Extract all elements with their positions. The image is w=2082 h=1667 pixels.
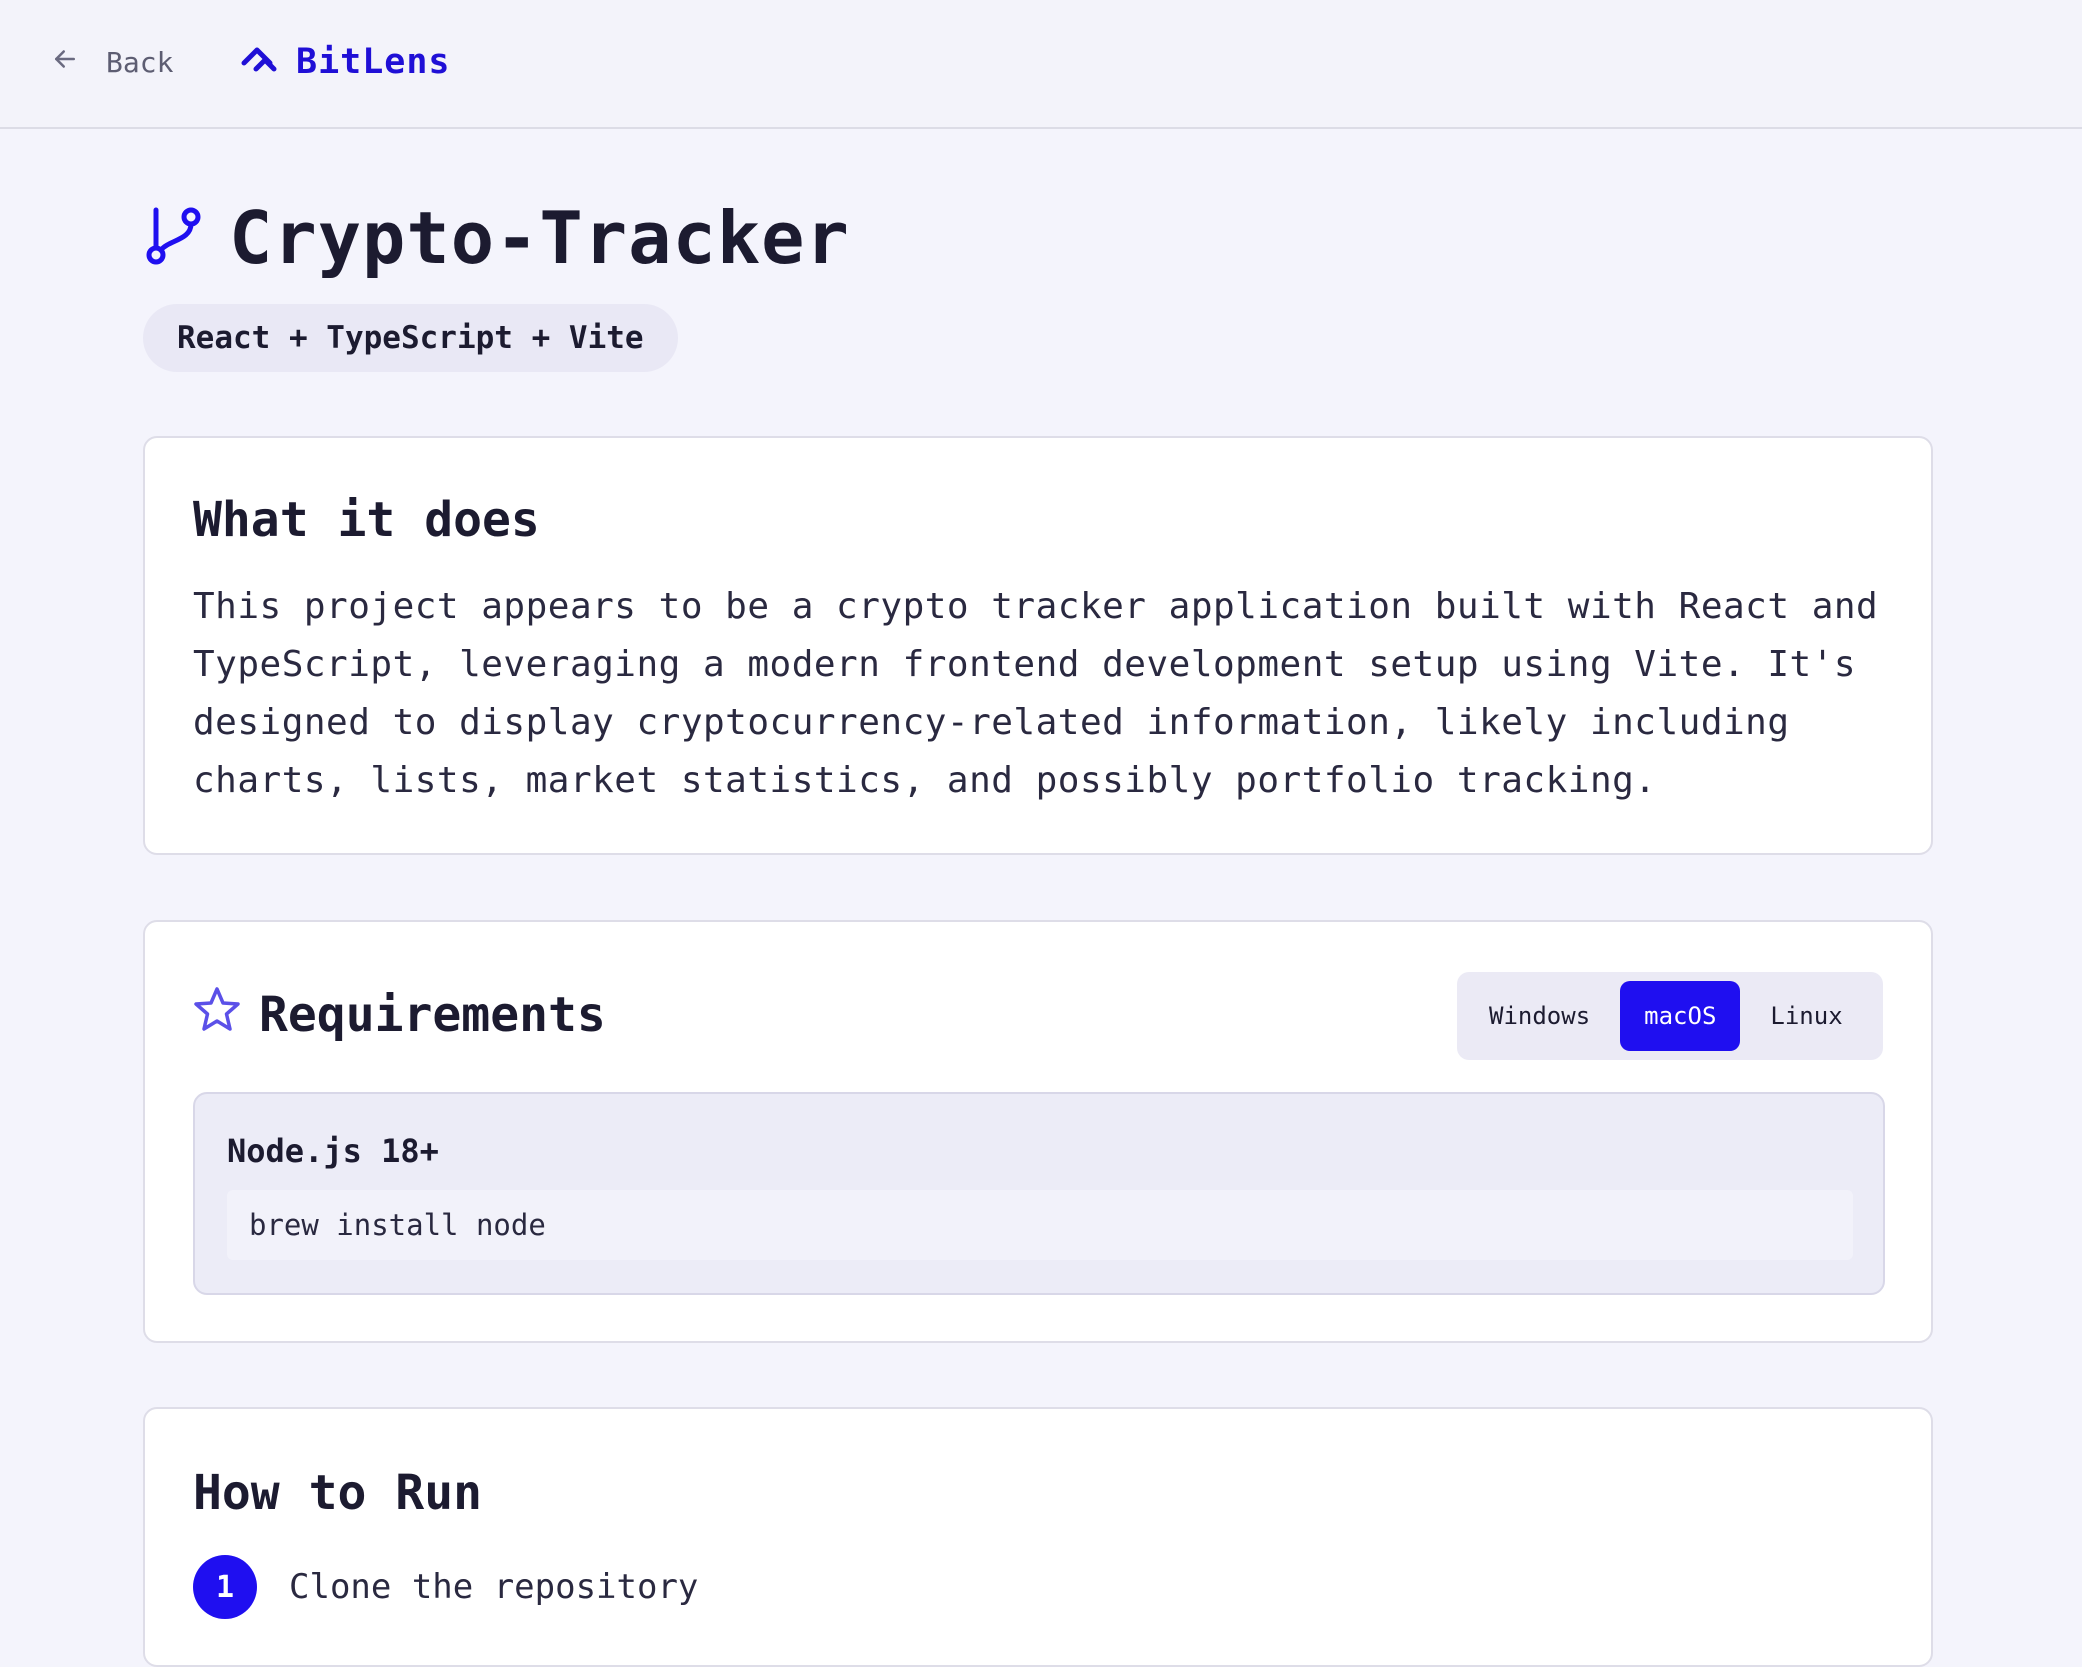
back-button[interactable]: Back bbox=[50, 40, 173, 84]
step-text: Clone the repository bbox=[289, 1567, 699, 1607]
back-label: Back bbox=[106, 45, 174, 79]
requirement-name: Node.js 18+ bbox=[227, 1132, 439, 1170]
project-description: This project appears to be a crypto trac… bbox=[193, 586, 1879, 801]
how-to-run-card: How to Run 1 Clone the repository bbox=[143, 1407, 1933, 1667]
step-number: 1 bbox=[193, 1555, 257, 1619]
requirements-heading: Requirements bbox=[259, 987, 606, 1043]
tab-windows[interactable]: Windows bbox=[1465, 981, 1614, 1051]
git-branch-icon bbox=[145, 206, 203, 270]
stack-badge: React + TypeScript + Vite bbox=[143, 304, 678, 372]
brand-logo[interactable]: BitLens bbox=[240, 36, 451, 88]
install-command[interactable]: brew install node bbox=[227, 1190, 1853, 1260]
requirements-card: Requirements Windows macOS Linux Node.js… bbox=[143, 920, 1933, 1343]
tab-macos[interactable]: macOS bbox=[1620, 981, 1741, 1051]
page-title: Crypto-Tracker bbox=[229, 196, 850, 280]
requirements-header: Requirements bbox=[193, 986, 606, 1044]
star-icon bbox=[193, 986, 241, 1044]
project-header: Crypto-Tracker bbox=[145, 196, 850, 280]
brand-name: BitLens bbox=[296, 42, 451, 82]
step-item: 1 Clone the repository bbox=[193, 1555, 698, 1619]
brand-chevrons-icon bbox=[240, 41, 282, 84]
tab-linux[interactable]: Linux bbox=[1746, 981, 1866, 1051]
how-to-run-heading: How to Run bbox=[193, 1465, 482, 1521]
os-tab-group: Windows macOS Linux bbox=[1457, 972, 1883, 1060]
what-it-does-heading: What it does bbox=[193, 492, 540, 548]
what-it-does-card: What it does This project appears to be … bbox=[143, 436, 1933, 855]
top-bar: Back BitLens bbox=[0, 0, 2082, 129]
arrow-left-icon bbox=[50, 44, 80, 81]
requirement-item: Node.js 18+ brew install node bbox=[193, 1092, 1885, 1295]
